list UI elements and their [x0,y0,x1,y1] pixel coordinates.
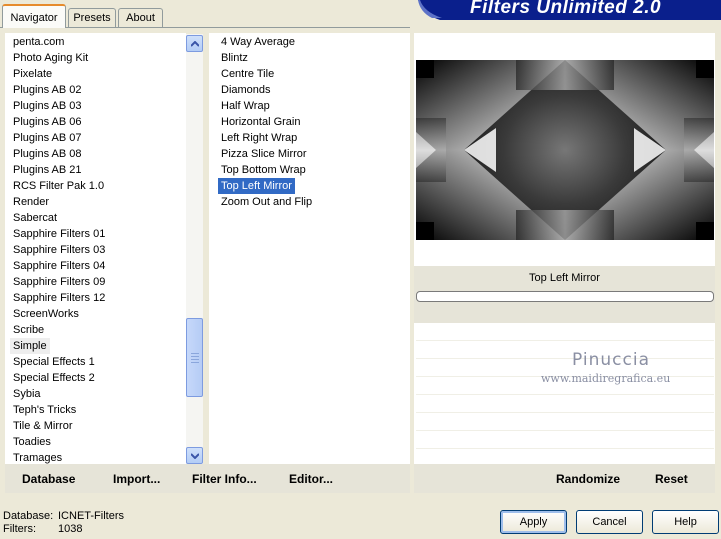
status-database-value: ICNET-Filters [58,510,124,522]
apply-button[interactable]: Apply [500,510,567,534]
status-database-label: Database: [3,510,54,522]
category-item[interactable]: Special Effects 1 [10,354,98,370]
status-filters-value: 1038 [58,523,83,535]
preview-image [416,60,714,240]
category-item[interactable]: Render [10,194,52,210]
category-item[interactable]: Sapphire Filters 04 [10,258,108,274]
category-item[interactable]: Plugins AB 21 [10,162,85,178]
chevron-up-icon [191,41,199,47]
filter-item[interactable]: Left Right Wrap [218,130,300,146]
watermark-name: Pinuccia [572,350,650,370]
app-title: Filters Unlimited 2.0 [470,0,662,18]
category-item[interactable]: ScreenWorks [10,306,82,322]
status-filters-label: Filters: [3,523,36,535]
category-item[interactable]: RCS Filter Pak 1.0 [10,178,107,194]
tab-about[interactable]: About [118,8,163,27]
filter-item[interactable]: 4 Way Average [218,34,298,50]
scroll-thumb[interactable] [186,318,203,397]
scroll-down-button[interactable] [186,447,203,464]
filter-item[interactable]: Top Bottom Wrap [218,162,309,178]
tab-navigator[interactable]: Navigator [2,4,66,28]
category-item[interactable]: Sapphire Filters 09 [10,274,108,290]
scroll-up-button[interactable] [186,35,203,52]
import-button[interactable]: Import... [113,472,160,486]
filter-item[interactable]: Half Wrap [218,98,273,114]
chevron-down-icon [191,453,199,459]
category-item[interactable]: Simple [10,338,50,354]
editor-button[interactable]: Editor... [289,472,333,486]
filter-item[interactable]: Diamonds [218,82,274,98]
category-item[interactable]: Plugins AB 07 [10,130,85,146]
category-item[interactable]: Tile & Mirror [10,418,75,434]
filter-item[interactable]: Blintz [218,50,251,66]
category-item[interactable]: Sapphire Filters 03 [10,242,108,258]
category-item[interactable]: Plugins AB 03 [10,98,85,114]
cancel-button[interactable]: Cancel [576,510,643,534]
progress-bar [416,291,714,302]
category-item[interactable]: penta.com [10,34,67,50]
category-scrollbar[interactable] [186,34,203,464]
category-item[interactable]: Sybia [10,386,44,402]
category-item[interactable]: Plugins AB 02 [10,82,85,98]
category-item[interactable]: Photo Aging Kit [10,50,91,66]
category-item[interactable]: Plugins AB 06 [10,114,85,130]
filter-info-button[interactable]: Filter Info... [192,472,257,486]
watermark-url: www.maidiregrafica.eu [541,372,671,385]
filter-name-label: Top Left Mirror [529,272,600,284]
category-item[interactable]: Plugins AB 08 [10,146,85,162]
category-item[interactable]: Special Effects 2 [10,370,98,386]
category-item[interactable]: Pixelate [10,66,55,82]
filter-item[interactable]: Zoom Out and Flip [218,194,315,210]
category-item[interactable]: Sapphire Filters 01 [10,226,108,242]
category-item[interactable]: Sapphire Filters 12 [10,290,108,306]
category-item[interactable]: Scribe [10,322,47,338]
filter-item[interactable]: Top Left Mirror [218,178,295,194]
randomize-button[interactable]: Randomize [556,472,620,486]
category-item[interactable]: Teph's Tricks [10,402,79,418]
tab-presets[interactable]: Presets [68,8,116,27]
category-item[interactable]: Sabercat [10,210,60,226]
database-button[interactable]: Database [22,472,75,486]
help-button[interactable]: Help [652,510,719,534]
filter-item[interactable]: Pizza Slice Mirror [218,146,310,162]
filter-item[interactable]: Centre Tile [218,66,277,82]
reset-button[interactable]: Reset [655,472,688,486]
filter-item[interactable]: Horizontal Grain [218,114,303,130]
category-item[interactable]: Toadies [10,434,54,450]
